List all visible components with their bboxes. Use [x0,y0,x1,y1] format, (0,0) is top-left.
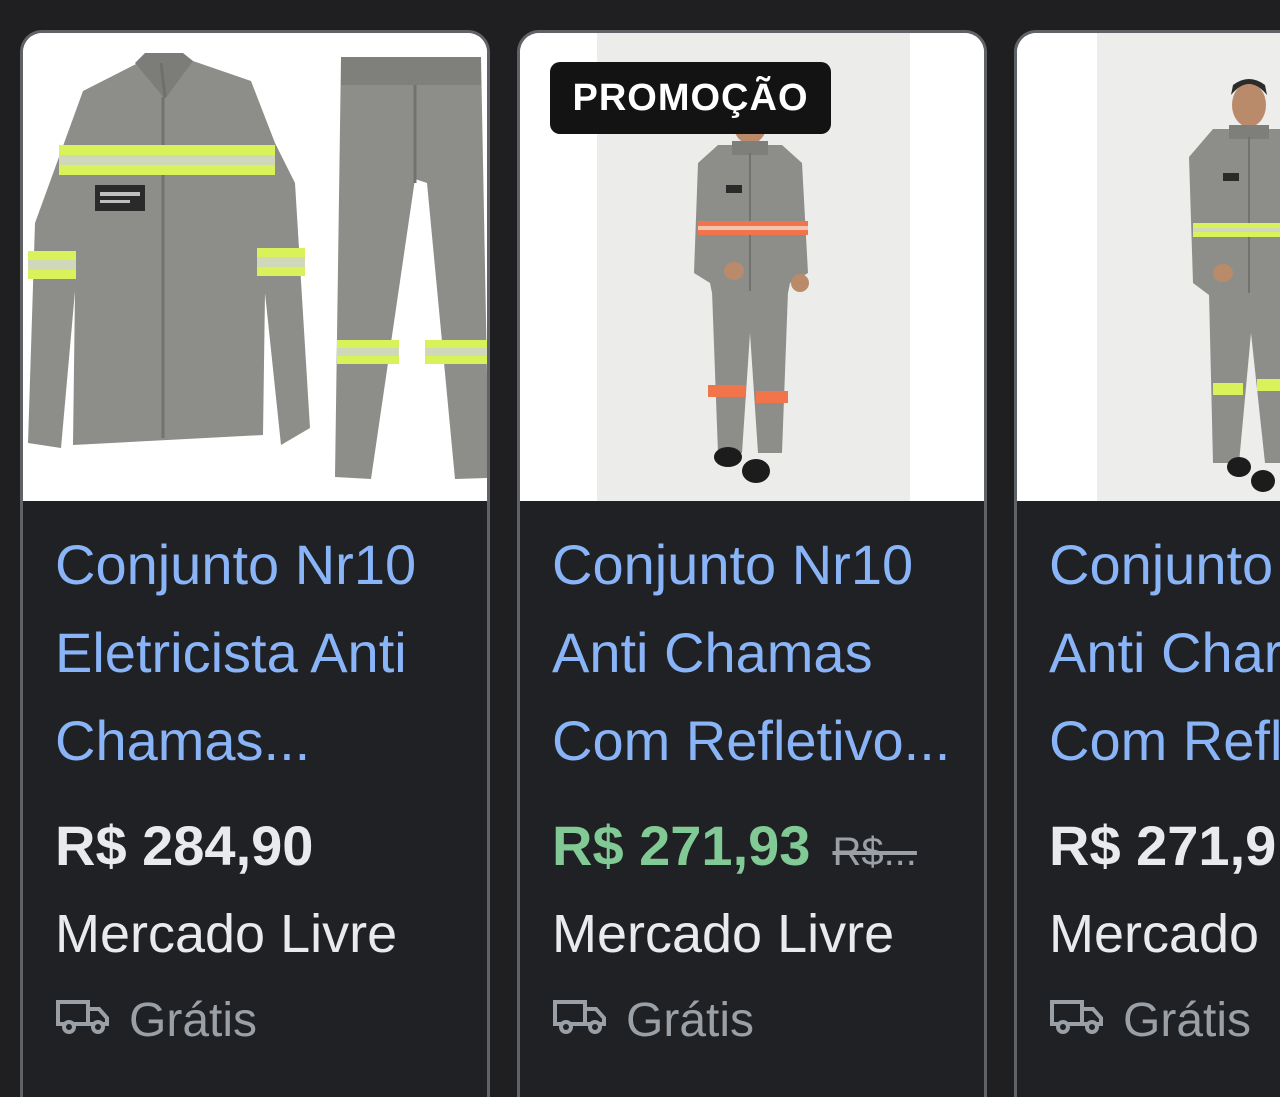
product-card-3[interactable]: Conjunto Anti Char Com Refl R$ 271,9 Mer… [1014,30,1280,1097]
shipping-info: Grátis [1049,993,1251,1048]
model-wearing-uniform-image [1017,33,1280,501]
delivery-truck-icon [1049,993,1105,1048]
price-row: R$ 284,90 [55,813,313,878]
product-image[interactable] [23,33,487,501]
delivery-truck-icon [552,993,608,1048]
product-card-2[interactable]: PROMOÇÃO Conjunto Nr10 Anti Chamas Com R… [517,30,987,1097]
seller-name: Mercado Livre [552,904,895,964]
delivery-truck-icon [55,993,111,1048]
shipping-info: Grátis [552,993,754,1048]
seller-name: Mercado Livre [55,904,398,964]
sale-price: R$ 271,93 [552,814,811,877]
promo-badge: PROMOÇÃO [550,62,831,134]
clothing-set-image [23,33,487,501]
product-price: R$ 271,9 [1049,814,1277,877]
price-row: R$ 271,9 [1049,813,1276,878]
seller-name: Mercado [1049,904,1260,964]
original-price: R$... [832,830,917,874]
product-carousel[interactable]: Conjunto Nr10 Eletricista Anti Chamas...… [0,0,1280,1097]
price-row: R$ 271,93 R$... [552,813,917,878]
product-price: R$ 284,90 [55,814,314,877]
shipping-info: Grátis [55,993,257,1048]
shipping-label: Grátis [1123,994,1252,1047]
shipping-label: Grátis [626,994,755,1047]
shipping-label: Grátis [129,994,258,1047]
product-card-1[interactable]: Conjunto Nr10 Eletricista Anti Chamas...… [20,30,490,1097]
product-title-link[interactable]: Conjunto Nr10 Anti Chamas Com Refletivo.… [552,521,972,785]
product-title-link[interactable]: Conjunto Anti Char Com Refl [1049,521,1280,785]
product-image[interactable]: PROMOÇÃO [520,33,984,501]
product-image[interactable] [1017,33,1280,501]
product-title-link[interactable]: Conjunto Nr10 Eletricista Anti Chamas... [55,521,475,785]
